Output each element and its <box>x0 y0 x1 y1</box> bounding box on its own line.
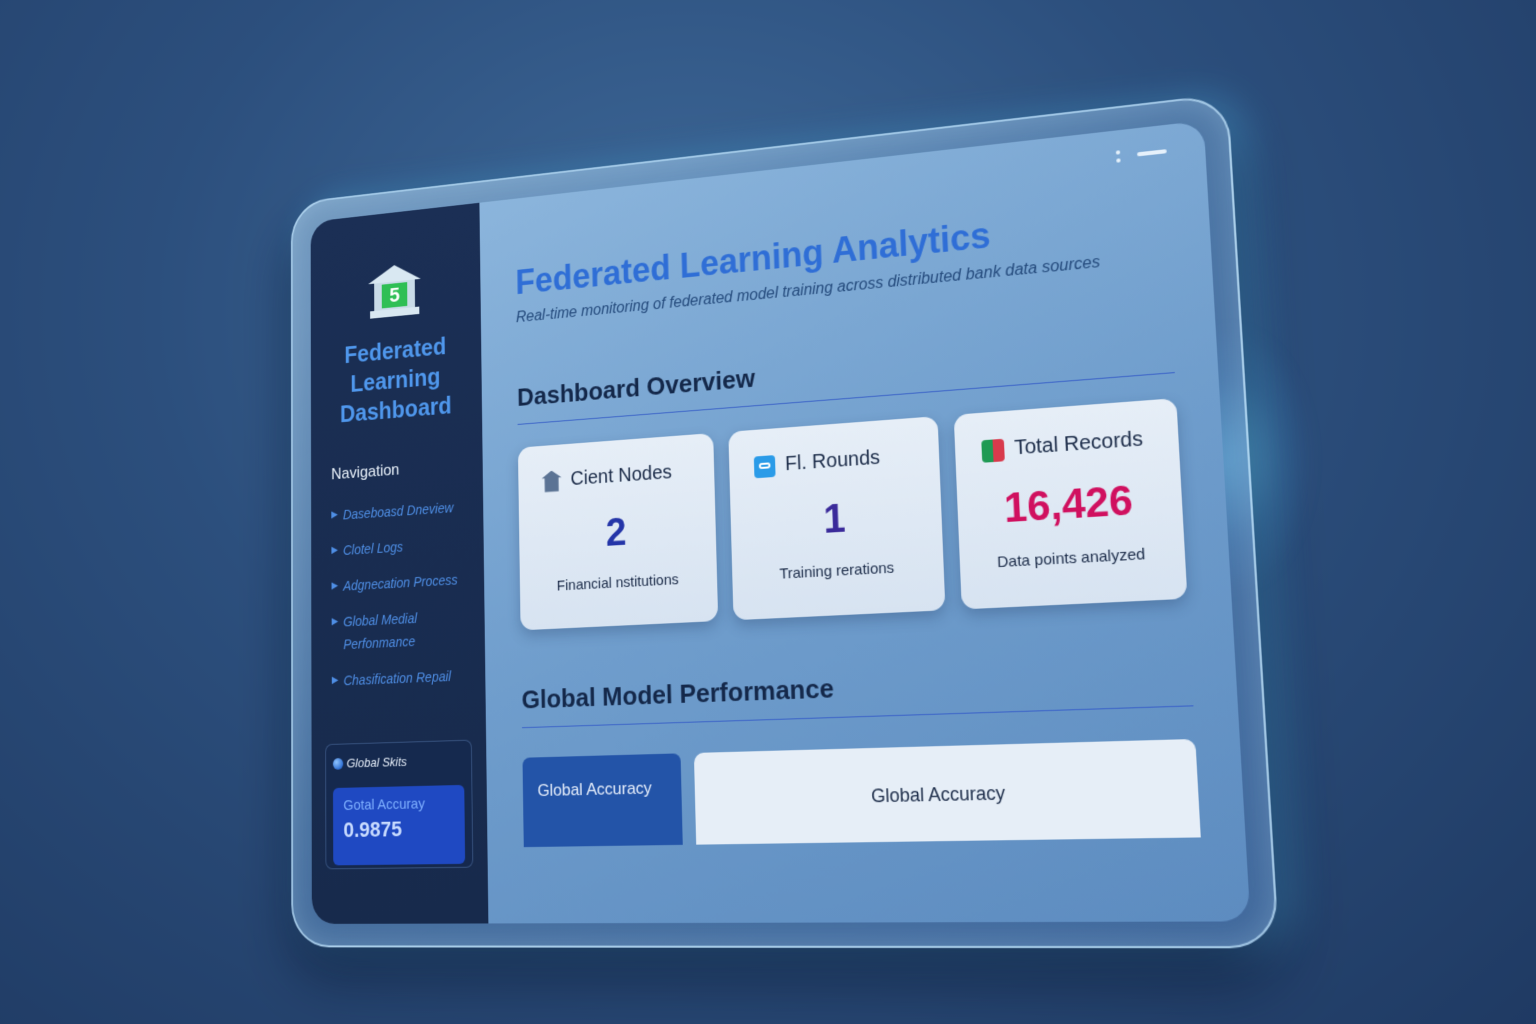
more-options-icon[interactable] <box>1115 148 1121 165</box>
main-content: Federated Learning Analytics Real-time m… <box>479 121 1250 924</box>
performance-heading: Global Model Performance <box>521 658 1194 729</box>
card-header: Cient Nodes <box>534 460 697 494</box>
sidebar: 5 Federated Learning Dashboard Navigatio… <box>310 202 489 924</box>
global-accuracy-tab[interactable]: Global Accuracy <box>522 753 683 848</box>
global-accuracy-panel: Global Accuracy <box>693 738 1201 845</box>
minimize-icon[interactable] <box>1137 149 1167 157</box>
fl-rounds-card[interactable]: Fl. Rounds 1 Training rerations <box>728 416 946 621</box>
stage: 5 Federated Learning Dashboard Navigatio… <box>0 0 1536 1024</box>
nav-heading: Navigation <box>331 460 400 484</box>
records-icon <box>980 438 1005 463</box>
card-value: 2 <box>605 510 627 555</box>
logo-number: 5 <box>381 282 408 309</box>
card-title: Cient Nodes <box>570 461 673 490</box>
global-stats-title: Global Skits <box>332 753 464 771</box>
card-header: Fl. Rounds <box>746 444 921 479</box>
nav-item-global-model-performance[interactable]: ▶ Global Medial Perfonmance <box>332 604 471 657</box>
nav-item-label: Clotel Logs <box>342 539 404 558</box>
nav-item-client-logs[interactable]: ▶ Clotel Logs <box>331 531 469 562</box>
triangle-right-icon: ▶ <box>331 580 339 592</box>
card-title: Total Records <box>1013 427 1144 460</box>
nav-item-label: Chasification Repail <box>343 668 452 689</box>
nav-item-dashboard-overview[interactable]: ▶ Daseboasd Dneview <box>331 495 469 527</box>
nav-item-label: Global Medial Perfonmance <box>343 610 418 653</box>
overview-cards: Cient Nodes 2 Financial nstitutions Fl. … <box>517 398 1188 631</box>
triangle-right-icon: ▶ <box>331 545 338 556</box>
nav-item-label: Daseboasd Dneview <box>342 499 454 523</box>
triangle-right-icon: ▶ <box>331 509 338 521</box>
bank-icon <box>542 470 562 492</box>
client-nodes-card[interactable]: Cient Nodes 2 Financial nstitutions <box>517 432 719 631</box>
rounds-icon <box>754 454 776 478</box>
performance-row: Global Accuracy Global Accuracy <box>522 738 1201 848</box>
triangle-right-icon: ▶ <box>331 616 339 628</box>
accuracy-stat-label: Gotal Accuray <box>343 795 425 814</box>
card-description: Financial nstitutions <box>556 571 679 595</box>
nav-item-classification-report[interactable]: ▶ Chasification Repail <box>332 664 471 693</box>
window-controls <box>1115 143 1167 165</box>
card-header: Total Records <box>973 427 1160 464</box>
total-records-card[interactable]: Total Records 16,426 Data points analyze… <box>953 398 1188 610</box>
card-description: Training rerations <box>779 559 895 583</box>
card-value: 16,426 <box>1003 477 1134 532</box>
card-title: Fl. Rounds <box>784 446 881 476</box>
bank-logo-icon: 5 <box>368 262 421 320</box>
tablet-device: 5 Federated Learning Dashboard Navigatio… <box>290 93 1280 949</box>
card-value: 1 <box>822 496 847 542</box>
global-stats-panel: Global Skits Gotal Accuray 0.9875 <box>325 739 474 870</box>
globe-icon <box>332 757 344 770</box>
nav-item-aggregation-process[interactable]: ▶ Adgnecation Process <box>331 567 470 597</box>
nav-item-label: Adgnecation Process <box>343 571 458 594</box>
sidebar-brand-title: Federated Learning Dashboard <box>339 333 452 428</box>
dashboard-screen: 5 Federated Learning Dashboard Navigatio… <box>310 120 1251 924</box>
global-stats-label: Global Skits <box>346 754 407 771</box>
accuracy-stat-card: Gotal Accuray 0.9875 <box>332 784 466 866</box>
triangle-right-icon: ▶ <box>331 675 339 686</box>
card-description: Data points analyzed <box>996 545 1146 572</box>
accuracy-stat-value: 0.9875 <box>343 816 403 842</box>
